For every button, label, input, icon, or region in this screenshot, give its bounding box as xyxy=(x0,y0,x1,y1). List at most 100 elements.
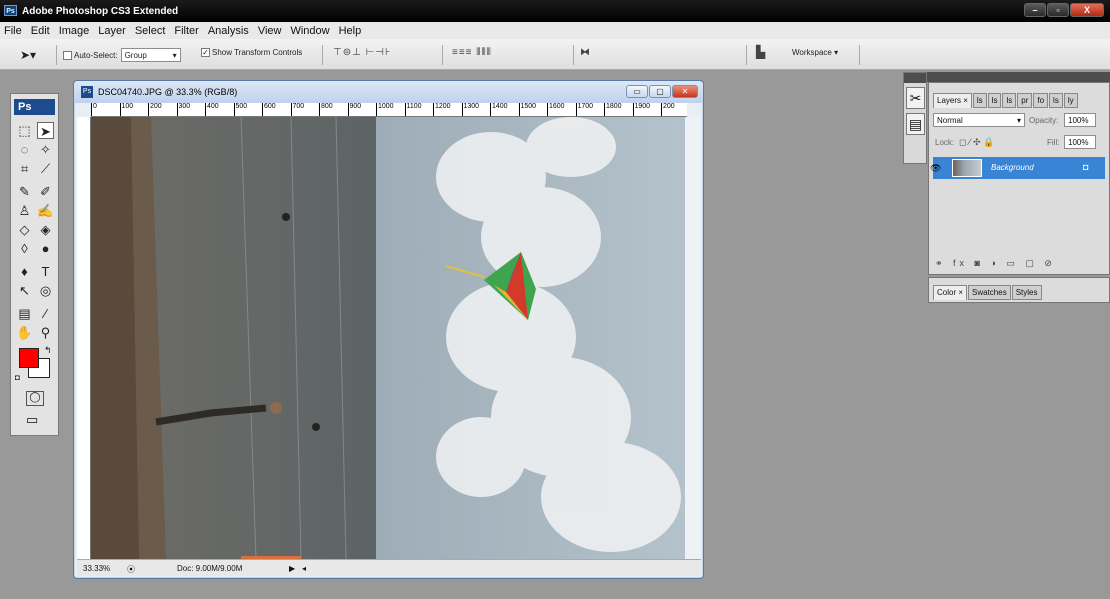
blur-tool-icon[interactable]: ◊ xyxy=(16,240,33,257)
blend-mode-dropdown[interactable]: Normal ▾ xyxy=(933,113,1025,127)
lock-icons[interactable]: ◻ ⁄ ✣ 🔒 xyxy=(959,137,994,148)
document-maximize-button[interactable]: ▢ xyxy=(649,85,671,98)
menu-layer[interactable]: Layer xyxy=(98,25,126,37)
tab-color[interactable]: Color × xyxy=(933,285,968,300)
swap-colors-icon[interactable]: ↰ xyxy=(44,345,52,356)
tab-styles[interactable]: Styles xyxy=(1011,285,1042,300)
menu-select[interactable]: Select xyxy=(135,25,166,37)
panel-dock-header xyxy=(927,72,1110,82)
clone-stamp-tool-icon[interactable]: ♙ xyxy=(16,202,33,219)
brush-tool-icon[interactable]: ✐ xyxy=(37,183,54,200)
tab-pr[interactable]: pr xyxy=(1017,93,1033,108)
document-window: Ps DSC04740.JPG @ 33.3% (RGB/8) ▭ ▢ ✕ 0 1… xyxy=(73,80,704,579)
menu-file[interactable]: File xyxy=(4,25,22,37)
beach-kite-photo xyxy=(91,117,685,559)
opacity-field[interactable]: 100% xyxy=(1064,113,1096,127)
zoom-tool-icon[interactable]: ⚲ xyxy=(37,324,54,341)
screen-mode-icon[interactable]: ▭ xyxy=(26,412,38,428)
ruler-tick: 1200 xyxy=(433,103,451,116)
dodge-tool-icon[interactable]: ● xyxy=(37,240,54,257)
path-selection-tool-icon[interactable]: ↖ xyxy=(16,282,33,299)
menu-view[interactable]: View xyxy=(258,25,282,37)
tab-ly[interactable]: ly xyxy=(1063,93,1078,108)
tab-channels[interactable]: ls xyxy=(972,93,987,108)
eyedropper-tool-icon[interactable]: ⁄ xyxy=(37,305,54,322)
ruler-tick: 700 xyxy=(290,103,304,116)
ruler-tick: 1700 xyxy=(575,103,593,116)
ruler-tick: 500 xyxy=(233,103,247,116)
paint-bucket-tool-icon[interactable]: ◈ xyxy=(37,221,54,238)
foreground-color-swatch-top[interactable] xyxy=(19,348,39,368)
tab-layers[interactable]: Layers × xyxy=(933,93,972,108)
eraser-tool-icon[interactable]: ◇ xyxy=(16,221,33,238)
menu-window[interactable]: Window xyxy=(290,25,329,37)
minimize-button[interactable]: – xyxy=(1024,3,1046,17)
layer-row-background[interactable]: 👁 Background ◘ xyxy=(930,157,1105,179)
options-bar: ➤▾ Auto-Select: Group ▾ ✓ Show Transform … xyxy=(0,39,1110,70)
default-colors-icon[interactable]: ◘ xyxy=(15,373,20,382)
vertical-scrollbar[interactable] xyxy=(685,117,701,559)
notes-tool-icon[interactable]: ▤ xyxy=(16,305,33,322)
lasso-tool-icon[interactable]: ◌ xyxy=(16,141,33,158)
document-close-button[interactable]: ✕ xyxy=(672,85,698,98)
auto-align-layers-icon[interactable]: ⧓ xyxy=(580,47,591,58)
workspace-icon[interactable]: ▙ xyxy=(756,45,766,59)
tool-presets-icon[interactable]: ✂ xyxy=(906,87,925,109)
scroll-left-icon[interactable]: ◂ xyxy=(302,564,306,573)
marquee-tool-icon[interactable]: ⬚ xyxy=(16,122,33,139)
tab-swatches[interactable]: Swatches xyxy=(968,285,1011,300)
slice-tool-icon[interactable]: ⟋ xyxy=(37,160,54,177)
auto-select-checkbox[interactable] xyxy=(63,50,72,60)
ruler-tick: 900 xyxy=(347,103,361,116)
magic-wand-tool-icon[interactable]: ✧ xyxy=(37,141,54,158)
vertical-ruler xyxy=(77,117,91,559)
align-buttons-icon[interactable]: ⊤⊜⊥ ⊢⊣⊦ xyxy=(333,47,391,58)
photo-canvas[interactable] xyxy=(91,117,685,559)
tools-panel-header: Ps xyxy=(14,99,55,115)
layer-actions-icons[interactable]: ⚭ fx ◙ ◑ ▭ ▢ ⊘ xyxy=(935,258,1056,269)
healing-brush-tool-icon[interactable]: ✎ xyxy=(16,183,33,200)
menu-edit[interactable]: Edit xyxy=(31,25,50,37)
status-options-icon[interactable]: ⦿ xyxy=(127,564,135,575)
shape-tool-icon[interactable]: ◎ xyxy=(37,282,54,299)
status-menu-arrow-icon[interactable]: ▶ xyxy=(289,564,295,573)
pen-tool-icon[interactable]: ♦ xyxy=(16,263,33,280)
opacity-label: Opacity: xyxy=(1029,116,1059,125)
chevron-down-icon: ▾ xyxy=(172,50,177,60)
type-tool-icon[interactable]: T xyxy=(37,263,54,280)
history-brush-tool-icon[interactable]: ✍ xyxy=(37,202,54,219)
move-tool-preset-icon[interactable]: ➤▾ xyxy=(20,48,36,62)
document-icon: Ps xyxy=(81,86,93,98)
tab-ls[interactable]: ls xyxy=(1002,93,1017,108)
menu-help[interactable]: Help xyxy=(339,25,362,37)
auto-select-dropdown[interactable]: Group ▾ xyxy=(120,48,181,62)
ruler-tick: 1100 xyxy=(404,103,422,116)
color-panel: Color × Swatches Styles xyxy=(928,277,1110,303)
ruler-tick: 1300 xyxy=(461,103,479,116)
distribute-buttons-icon[interactable]: ≡≡≡ ⫴⫴⫴ xyxy=(452,47,492,58)
zoom-level[interactable]: 33.33% xyxy=(83,564,110,573)
tab-paths[interactable]: ls xyxy=(987,93,1002,108)
eye-icon[interactable]: 👁 xyxy=(930,163,941,174)
close-button[interactable]: X xyxy=(1070,3,1104,17)
menu-filter[interactable]: Filter xyxy=(174,25,198,37)
hand-tool-icon[interactable]: ✋ xyxy=(16,324,33,341)
document-minimize-button[interactable]: ▭ xyxy=(626,85,648,98)
quick-mask-icon[interactable]: ◯ xyxy=(26,391,44,406)
lock-icon: ◘ xyxy=(1083,162,1089,172)
fill-field[interactable]: 100% xyxy=(1064,135,1096,149)
layer-comps-icon[interactable]: ▤ xyxy=(906,113,925,135)
ruler-tick: 200 xyxy=(148,103,162,116)
document-title-bar[interactable]: Ps DSC04740.JPG @ 33.3% (RGB/8) ▭ ▢ ✕ xyxy=(74,81,703,103)
maximize-button[interactable]: ▫ xyxy=(1047,3,1069,17)
ruler-tick: 600 xyxy=(262,103,276,116)
ruler-tick: 300 xyxy=(176,103,190,116)
workspace-menu-button[interactable]: Workspace ▾ xyxy=(792,48,838,57)
show-transform-checkbox[interactable]: ✓ xyxy=(201,48,210,57)
crop-tool-icon[interactable]: ⌗ xyxy=(16,160,33,177)
tab-ls-2[interactable]: ls xyxy=(1049,93,1063,108)
menu-analysis[interactable]: Analysis xyxy=(208,25,249,37)
tab-fo[interactable]: fo xyxy=(1033,93,1049,108)
move-tool-icon[interactable]: ➤ xyxy=(37,122,54,139)
menu-image[interactable]: Image xyxy=(59,25,90,37)
